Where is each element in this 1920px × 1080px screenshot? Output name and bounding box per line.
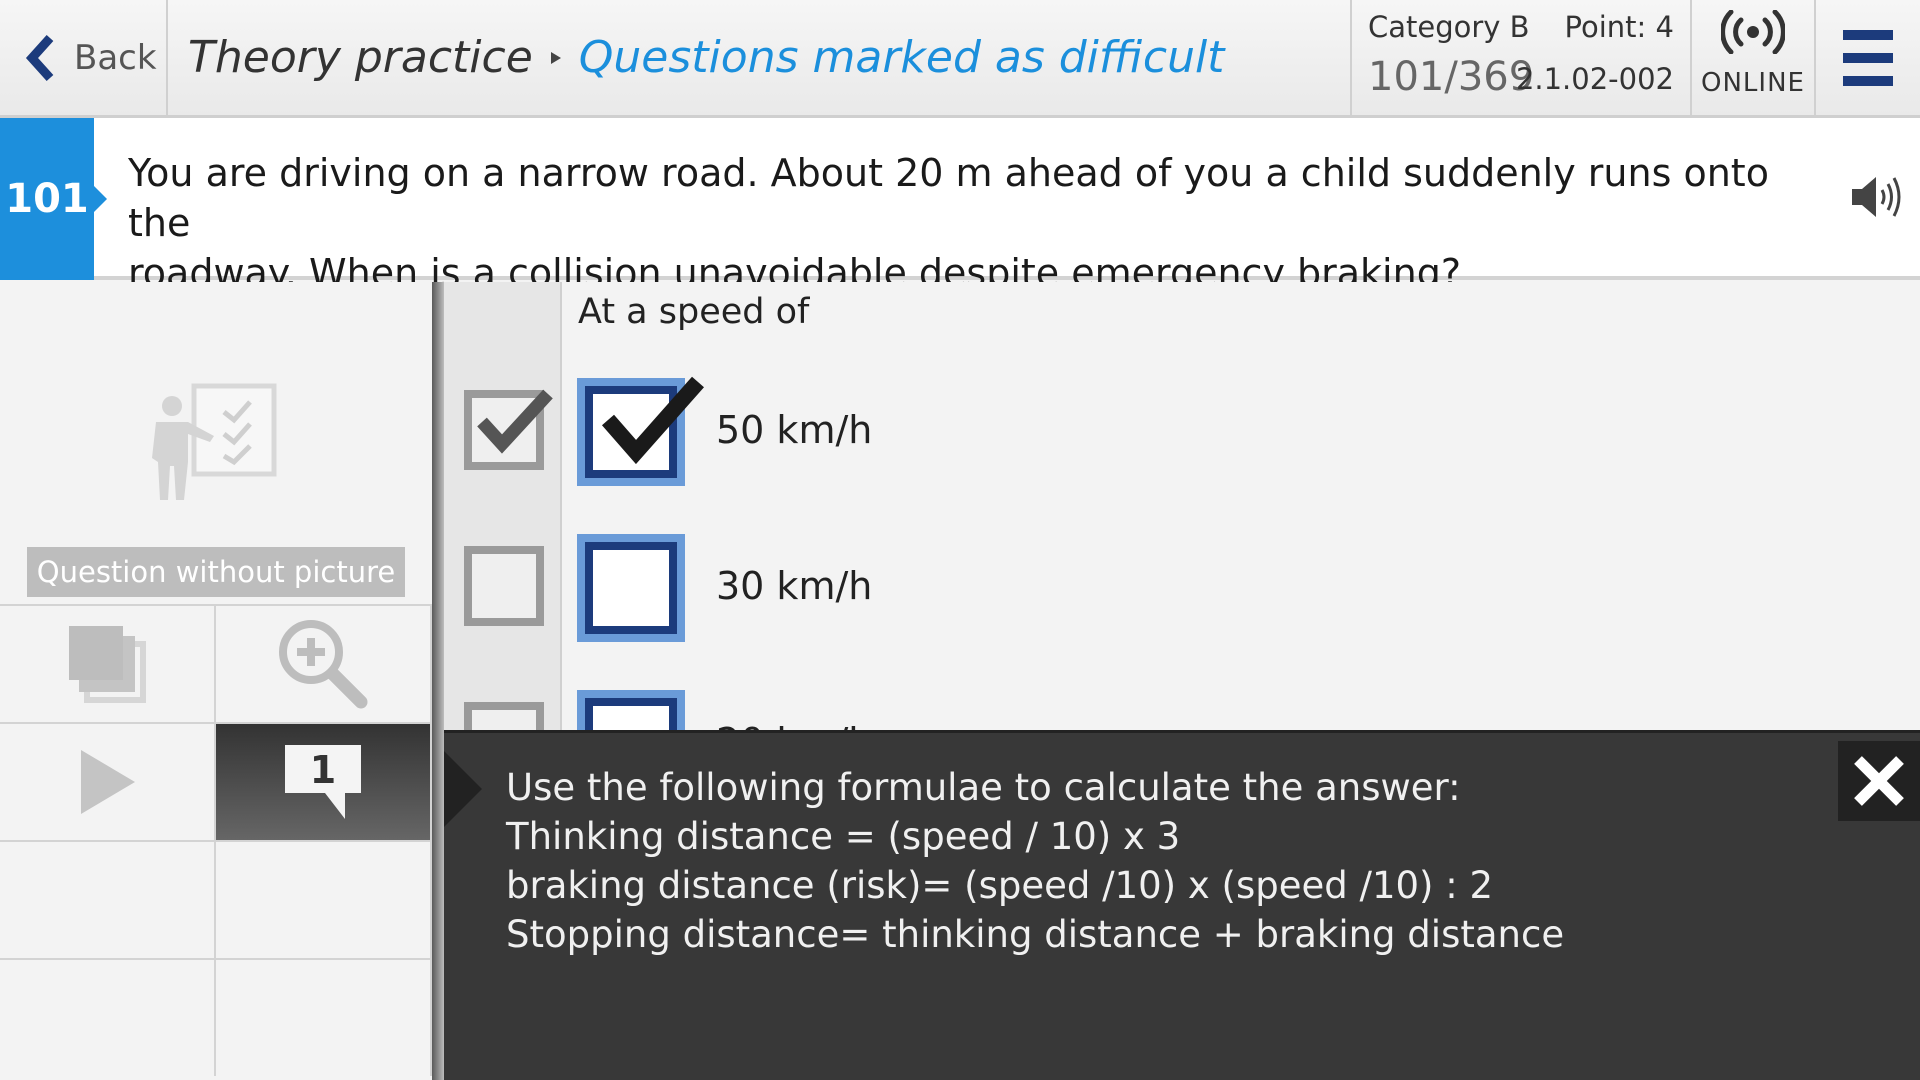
answer-label-2: 30 km/h bbox=[716, 564, 873, 608]
hint-line-2: Thinking distance = (speed / 10) x 3 bbox=[506, 815, 1181, 858]
close-icon bbox=[1854, 756, 1904, 806]
back-label: Back bbox=[74, 37, 157, 78]
breadcrumb-difficult-questions: Questions marked as difficult bbox=[578, 32, 1225, 83]
answer-intro: At a speed of bbox=[578, 292, 810, 332]
broadcast-icon bbox=[1721, 10, 1785, 54]
question-text: You are driving on a narrow road. About … bbox=[128, 148, 1818, 298]
empty-tile-4 bbox=[216, 958, 432, 1076]
comments-tile[interactable]: 1 bbox=[216, 722, 432, 840]
answer-option-3[interactable]: 20 km/h bbox=[444, 690, 1920, 730]
answers-area: At a speed of 50 km/h 30 km/h bbox=[444, 282, 1920, 730]
picture-area: Question without picture bbox=[0, 282, 432, 602]
empty-tile-3 bbox=[0, 958, 216, 1076]
question-bar: 101 You are driving on a narrow road. Ab… bbox=[0, 118, 1920, 295]
comment-count: 1 bbox=[310, 748, 336, 792]
breadcrumb-theory-practice[interactable]: Theory practice bbox=[188, 32, 533, 83]
hint-text: Use the following formulae to calculate … bbox=[506, 763, 1564, 959]
checkmark-icon bbox=[601, 376, 704, 464]
panel-divider[interactable] bbox=[432, 282, 444, 1080]
back-button[interactable]: Back bbox=[0, 0, 168, 115]
reference-checkbox-3 bbox=[464, 702, 544, 730]
point-label: Point: 4 bbox=[1564, 10, 1674, 44]
question-text-line-1: You are driving on a narrow road. About … bbox=[128, 151, 1769, 245]
question-number-pointer bbox=[94, 186, 107, 212]
play-triangle-icon bbox=[550, 51, 561, 64]
reference-checkmark-icon bbox=[477, 389, 553, 454]
no-picture-label: Question without picture bbox=[27, 547, 405, 597]
online-status[interactable]: ONLINE bbox=[1692, 0, 1816, 115]
layers-icon bbox=[69, 626, 146, 703]
comment-icon: 1 bbox=[285, 745, 361, 819]
answer-option-2[interactable]: 30 km/h bbox=[444, 534, 1920, 644]
answer-checkbox-3[interactable] bbox=[577, 690, 685, 730]
answer-label-1: 50 km/h bbox=[716, 408, 873, 452]
copy-tile[interactable] bbox=[0, 604, 216, 722]
answer-label-3: 20 km/h bbox=[716, 720, 872, 730]
chevron-left-icon bbox=[25, 34, 54, 81]
zoom-tile[interactable] bbox=[216, 604, 432, 722]
empty-tile-1 bbox=[0, 840, 216, 958]
play-tile[interactable] bbox=[0, 722, 216, 840]
answer-checkbox-2[interactable] bbox=[577, 534, 685, 642]
top-bar: Back Theory practice Questions marked as… bbox=[0, 0, 1920, 118]
media-panel: Question without picture 1 bbox=[0, 282, 432, 1080]
hint-line-1: Use the following formulae to calculate … bbox=[506, 766, 1461, 809]
teacher-board-icon bbox=[152, 383, 277, 500]
reference-column bbox=[444, 282, 562, 730]
question-number: 101 bbox=[0, 118, 94, 280]
play-icon bbox=[81, 750, 135, 814]
question-meta: Category B Point: 4 101/369 2.1.02-002 bbox=[1350, 0, 1692, 115]
media-tools-grid: 1 bbox=[0, 604, 432, 1080]
hint-pointer bbox=[444, 751, 482, 827]
hamburger-menu-icon bbox=[1843, 29, 1893, 86]
reference-checkbox-2 bbox=[464, 546, 544, 626]
question-progress: 101/369 bbox=[1368, 54, 1535, 100]
zoom-in-icon bbox=[279, 620, 368, 709]
question-code: 2.1.02-002 bbox=[1515, 62, 1674, 96]
category-label: Category B bbox=[1368, 10, 1530, 44]
close-hint-button[interactable] bbox=[1838, 741, 1920, 821]
hint-line-4: Stopping distance= thinking distance + b… bbox=[506, 913, 1565, 956]
online-label: ONLINE bbox=[1701, 68, 1805, 98]
answer-option-1[interactable]: 50 km/h bbox=[444, 376, 1920, 488]
hint-line-3: braking distance (risk)= (speed /10) x (… bbox=[506, 864, 1494, 907]
speaker-icon[interactable] bbox=[1850, 172, 1906, 222]
empty-tile-2 bbox=[216, 840, 432, 958]
menu-button[interactable] bbox=[1816, 0, 1920, 115]
hint-panel: Use the following formulae to calculate … bbox=[444, 730, 1920, 1080]
breadcrumb: Theory practice Questions marked as diff… bbox=[188, 0, 1224, 115]
